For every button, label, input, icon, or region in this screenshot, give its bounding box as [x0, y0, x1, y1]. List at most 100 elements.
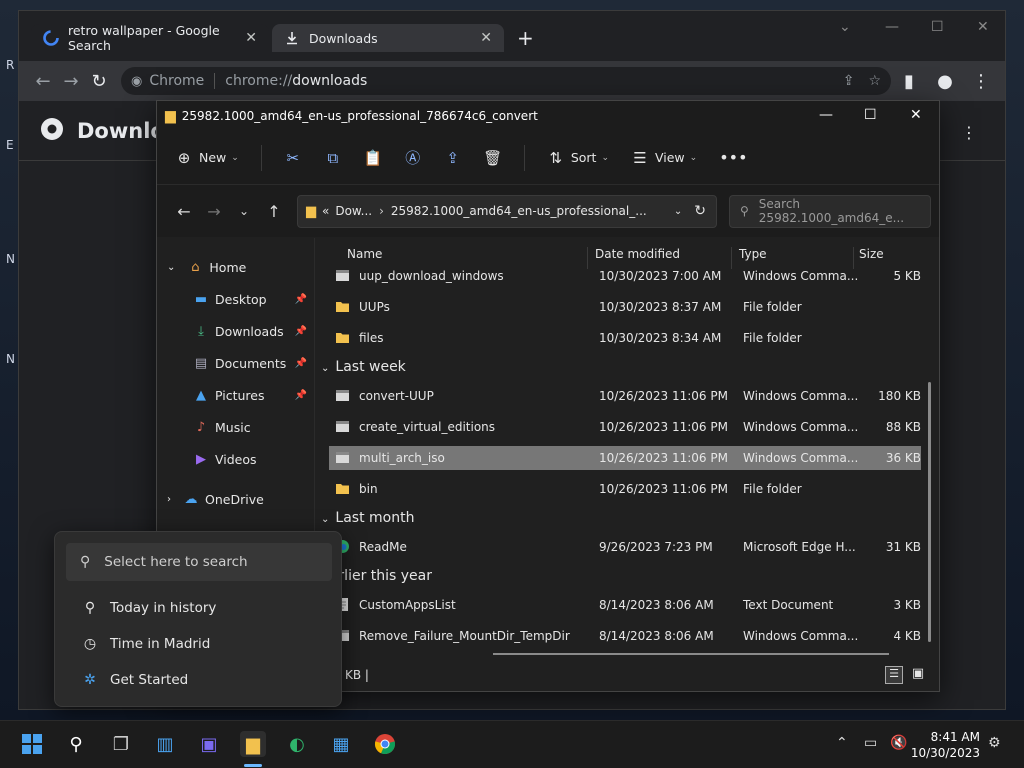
search-icon[interactable]: ⚲ — [63, 731, 89, 757]
nav-item-downloads[interactable]: ⤓ Downloads 📌 — [193, 318, 313, 344]
new-tab-icon[interactable]: + — [517, 26, 534, 50]
search-input[interactable]: ⚲ Search 25982.1000_amd64_e... — [729, 194, 931, 228]
store-icon[interactable]: ▦ — [328, 731, 354, 757]
tab-google-search[interactable]: retro wallpaper - Google Search ✕ — [31, 23, 269, 53]
details-view-icon[interactable]: ☰ — [885, 666, 903, 684]
desktop-icon-fragment[interactable]: R — [6, 58, 14, 72]
breadcrumb-current[interactable]: 25982.1000_amd64_en-us_professional_... — [391, 204, 647, 218]
sort-button[interactable]: ⇅ Sort ⌄ — [547, 149, 609, 167]
chevron-right-icon[interactable]: › — [167, 494, 171, 505]
flyout-item-time-in-madrid[interactable]: ◷ Time in Madrid — [81, 636, 210, 652]
nav-item-home[interactable]: ⌄ ⌂ Home — [167, 254, 246, 280]
file-row[interactable]: create_virtual_editions 10/26/2023 11:06… — [329, 415, 921, 439]
minimize-icon[interactable]: — — [819, 107, 833, 123]
file-row[interactable]: CustomAppsList 8/14/2023 8:06 AM Text Do… — [329, 593, 921, 617]
recent-locations-icon[interactable]: ⌄ — [229, 204, 259, 218]
chevron-down-icon[interactable]: ⌄ — [674, 206, 682, 217]
forward-icon[interactable]: → — [199, 202, 229, 221]
up-icon[interactable]: ↑ — [259, 202, 289, 221]
file-row[interactable]: ReadMe 9/26/2023 7:23 PM Microsoft Edge … — [329, 535, 921, 559]
rename-icon[interactable]: Ⓐ — [404, 149, 422, 167]
horizontal-scrollbar[interactable] — [493, 653, 889, 655]
omnibox[interactable]: ◉ Chrome chrome:// downloads ⇪ ☆ — [121, 67, 891, 95]
nav-item-pictures[interactable]: ▲ Pictures 📌 — [193, 382, 313, 408]
group-header-last-month[interactable]: ⌄ Last month — [321, 510, 414, 526]
flyout-item-get-started[interactable]: ✲ Get Started — [81, 672, 188, 688]
chrome-icon[interactable] — [372, 731, 398, 757]
nav-item-onedrive[interactable]: › ☁ OneDrive — [167, 486, 264, 512]
chat-icon[interactable]: ▣ — [196, 731, 222, 757]
nav-label: Music — [215, 419, 251, 435]
tiles-view-icon[interactable]: ▣ — [909, 666, 927, 684]
desktop-icon-fragment[interactable]: N — [6, 252, 15, 266]
back-icon[interactable]: ← — [29, 67, 57, 95]
side-panel-icon[interactable]: ▮ — [895, 67, 923, 95]
nav-item-videos[interactable]: ▶ Videos — [193, 446, 257, 472]
task-view-icon[interactable]: ❐ — [108, 731, 134, 757]
close-window-icon[interactable]: ✕ — [910, 107, 922, 123]
back-icon[interactable]: ← — [169, 202, 199, 221]
volume-muted-icon[interactable]: 🔇 — [890, 735, 907, 751]
copy-icon[interactable]: ⧉ — [324, 149, 342, 167]
more-actions-icon[interactable]: ⋮ — [961, 123, 977, 142]
close-tab-icon[interactable]: ✕ — [480, 30, 492, 46]
file-row[interactable]: bin 10/26/2023 11:06 PM File folder — [329, 477, 921, 501]
widgets-icon[interactable]: ▥ — [152, 731, 178, 757]
overflow-crumb-icon[interactable]: « — [322, 204, 329, 218]
maximize-icon[interactable]: ☐ — [931, 19, 944, 35]
maximize-icon[interactable]: ☐ — [864, 107, 877, 123]
cut-icon[interactable]: ✂ — [284, 149, 302, 167]
view-label: View — [654, 150, 685, 165]
chevron-up-icon[interactable]: ⌃ — [836, 735, 848, 751]
file-row[interactable]: UUPs 10/30/2023 8:37 AM File folder — [329, 295, 921, 319]
edge-icon[interactable]: ◐ — [284, 731, 310, 757]
chevron-down-icon[interactable]: ⌄ — [167, 262, 175, 273]
share-icon[interactable]: ⇪ — [444, 149, 462, 167]
file-row-selected[interactable]: multi_arch_iso 10/26/2023 11:06 PM Windo… — [329, 446, 921, 470]
new-button[interactable]: ⊕ New ⌄ — [175, 149, 239, 167]
scrollbar-thumb[interactable] — [928, 382, 931, 642]
nav-item-documents[interactable]: ▤ Documents 📌 — [193, 350, 313, 376]
share-icon[interactable]: ⇪ — [843, 73, 855, 89]
start-icon[interactable] — [19, 731, 45, 757]
view-button[interactable]: ☰ View ⌄ — [631, 149, 697, 167]
file-row[interactable]: convert-UUP 10/26/2023 11:06 PM Windows … — [329, 384, 921, 408]
vertical-scrollbar[interactable] — [927, 242, 931, 649]
paste-icon[interactable]: 📋 — [363, 149, 382, 167]
flyout-search-input[interactable]: ⚲ Select here to search — [66, 543, 332, 581]
bookmark-star-icon[interactable]: ☆ — [868, 73, 881, 89]
taskbar-clock[interactable]: 8:41 AM 10/30/2023 — [911, 729, 980, 761]
file-row[interactable]: Remove_Failure_MountDir_TempDir 8/14/202… — [329, 624, 921, 648]
column-date[interactable]: Date modified — [595, 247, 680, 261]
desktop-icon-fragment[interactable]: N — [6, 352, 15, 366]
nav-item-desktop[interactable]: ▬ Desktop 📌 — [193, 286, 313, 312]
reload-icon[interactable]: ↻ — [85, 67, 113, 95]
file-size: 5 KB — [893, 269, 921, 283]
column-type[interactable]: Type — [739, 247, 767, 261]
address-bar[interactable]: ▆ « Dow... › 25982.1000_amd64_en-us_prof… — [297, 194, 717, 228]
nav-item-music[interactable]: ♪ Music — [193, 414, 251, 440]
tab-downloads[interactable]: Downloads ✕ — [272, 24, 504, 52]
desktop-icon-fragment[interactable]: E — [6, 138, 14, 152]
flyout-item-today-in-history[interactable]: ⚲ Today in history — [81, 600, 217, 616]
tab-search-icon[interactable]: ⌄ — [839, 19, 851, 35]
column-name[interactable]: Name — [347, 247, 382, 261]
file-row[interactable]: files 10/30/2023 8:34 AM File folder — [329, 326, 921, 350]
more-options-icon[interactable]: ••• — [719, 148, 747, 167]
column-size[interactable]: Size — [859, 247, 884, 261]
file-explorer-icon[interactable]: ▆ — [240, 731, 266, 757]
close-tab-icon[interactable]: ✕ — [245, 30, 257, 46]
profile-icon[interactable]: ● — [931, 67, 959, 95]
delete-icon[interactable]: 🗑 — [483, 149, 502, 167]
file-row[interactable]: uup_download_windows 10/30/2023 7:00 AM … — [329, 264, 921, 288]
notifications-icon[interactable]: ⚙ — [988, 735, 1001, 751]
refresh-icon[interactable]: ↻ — [694, 203, 706, 219]
forward-icon[interactable]: → — [57, 67, 85, 95]
breadcrumb-parent[interactable]: Dow... — [335, 204, 372, 218]
minimize-icon[interactable]: — — [885, 19, 899, 35]
google-icon — [43, 30, 59, 46]
group-header-last-week[interactable]: ⌄ Last week — [321, 359, 406, 375]
menu-icon[interactable]: ⋮ — [967, 67, 995, 95]
network-icon[interactable]: ▭ — [864, 735, 877, 751]
close-window-icon[interactable]: ✕ — [977, 19, 989, 35]
